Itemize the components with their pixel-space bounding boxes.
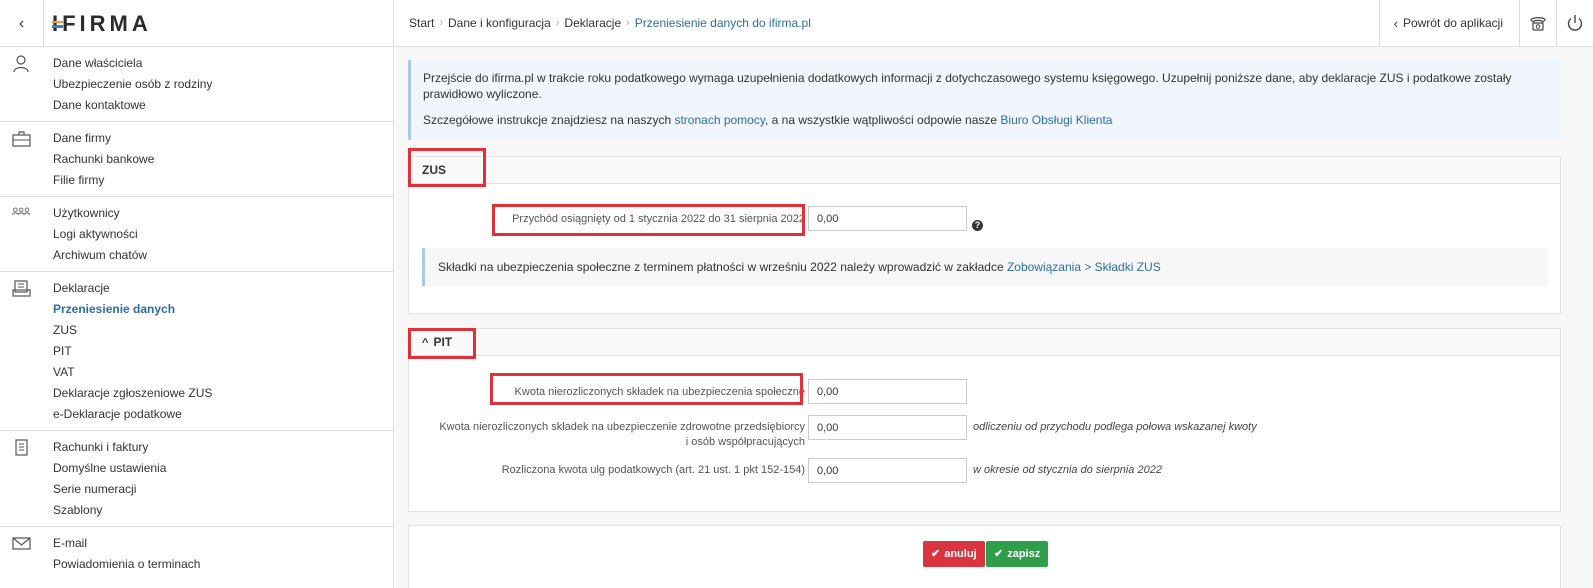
sidebar-item-serie-numeracji[interactable]: Serie numeracji [0, 479, 393, 500]
sidebar-item-powiadomienia[interactable]: Powiadomienia o terminach [0, 554, 393, 575]
breadcrumb-current: Przeniesienie danych do ifirma.pl [634, 16, 811, 30]
sidebar-item-uzytkownicy[interactable]: Użytkownicy [0, 203, 393, 224]
sidebar-item-deklaracje[interactable]: Deklaracje [0, 278, 393, 299]
back-to-app-label: Powrót do aplikacji [1402, 16, 1503, 30]
phone-icon [1530, 17, 1546, 31]
check-icon: ✔ [994, 548, 1004, 560]
logout-button[interactable] [1556, 0, 1593, 46]
pit-relief-hint: w okresie od stycznia do sierpnia 2022 [973, 464, 1162, 476]
sidebar-item-rachunki-i-faktury[interactable]: Rachunki i faktury [0, 437, 393, 458]
sidebar-item-zus[interactable]: ZUS [0, 320, 393, 341]
pit-health-hint: odliczeniu od przychodu podlega połowa w… [973, 421, 1257, 433]
zus-panel-header[interactable]: ZUS [409, 157, 1560, 184]
pit-relief-label: Rozliczona kwota ulg podatkowych (art. 2… [501, 464, 805, 476]
breadcrumb-item-start[interactable]: Start [409, 16, 434, 30]
pit-health-input[interactable] [808, 415, 967, 440]
users-icon [12, 207, 31, 215]
sidebar-group-company: Dane firmy Rachunki bankowe Filie firmy [0, 122, 393, 197]
invoice-icon [15, 439, 28, 456]
topbar: Start › Dane i konfiguracja › Deklaracje… [395, 0, 1593, 47]
back-to-app-button[interactable]: ‹ Powrót do aplikacji [1378, 0, 1519, 46]
collapse-sidebar-button[interactable]: ‹ [0, 0, 43, 47]
zus-contributions-link[interactable]: Zobowiązania > Składki ZUS [1007, 260, 1161, 274]
declarations-icon [12, 280, 31, 297]
sidebar-item-e-deklaracje[interactable]: e-Deklaracje podatkowe [0, 404, 393, 425]
save-label: zapisz [1007, 548, 1041, 560]
sidebar-header: ‹ IFIRMA [0, 0, 393, 47]
breadcrumb-item-deklaracje[interactable]: Deklaracje [564, 16, 621, 30]
chevron-left-icon: ‹ [1393, 15, 1398, 31]
sidebar-group-owner: Dane właściciela Ubezpieczenie osób z ro… [0, 47, 393, 122]
chevron-right-icon: › [439, 17, 444, 29]
sidebar-item-vat[interactable]: VAT [0, 362, 393, 383]
cancel-label: anuluj [944, 548, 977, 560]
sidebar: ‹ IFIRMA Dane właściciela Ubezpieczenie … [0, 0, 394, 588]
info-text: Przejście do ifirma.pl w trakcie roku po… [423, 71, 1512, 101]
sidebar-item-przeniesienie-danych[interactable]: Przeniesienie danych [0, 299, 393, 320]
sidebar-item-dane-kontaktowe[interactable]: Dane kontaktowe [0, 95, 393, 116]
logo-text: IFIRMA [52, 11, 152, 36]
pit-health-label: Kwota nierozliczonych składek na ubezpie… [439, 421, 805, 448]
highlight-box-pit-social [490, 373, 803, 405]
sidebar-item-email[interactable]: E-mail [0, 533, 393, 554]
pit-relief-input[interactable] [808, 458, 967, 483]
chevron-right-icon: › [626, 17, 630, 29]
breadcrumb: Start › Dane i konfiguracja › Deklaracje… [409, 0, 811, 46]
info-box: Przejście do ifirma.pl w trakcie roku po… [408, 60, 1561, 140]
user-icon [13, 55, 29, 73]
pit-social-input[interactable] [808, 379, 967, 404]
pit-panel: ^ PIT Kwota nierozliczonych składek na ub… [408, 328, 1561, 512]
chevron-right-icon: › [555, 17, 560, 29]
help-pages-link[interactable]: stronach pomocy [674, 113, 765, 127]
actions-panel: ✔ anuluj ✔ zapisz [408, 525, 1561, 588]
sidebar-item-ubezpieczenie-osob[interactable]: Ubezpieczenie osób z rodziny [0, 74, 393, 95]
chevron-left-icon: ‹ [18, 14, 25, 32]
sidebar-item-archiwum-chatow[interactable]: Archiwum chatów [0, 245, 393, 266]
mail-icon [12, 537, 31, 550]
sidebar-item-dane-wlasciciela[interactable]: Dane właściciela [0, 53, 393, 74]
main-content: Przejście do ifirma.pl w trakcie roku po… [395, 47, 1593, 588]
sidebar-item-szablony[interactable]: Szablony [0, 500, 393, 521]
highlight-box-zus-revenue [492, 204, 805, 236]
zus-note: Składki na ubezpieczenia społeczne z ter… [422, 248, 1548, 286]
sidebar-group-declarations: Deklaracje Przeniesienie danych ZUS PIT … [0, 272, 393, 431]
highlight-box-zus-title [408, 148, 486, 187]
phone-button[interactable] [1519, 0, 1556, 46]
sidebar-group-email: E-mail Powiadomienia o terminach [0, 527, 393, 580]
pit-panel-header[interactable]: ^ PIT [409, 329, 1560, 356]
highlight-box-pit-title [408, 328, 476, 359]
briefcase-icon [12, 131, 31, 147]
ifirma-logo[interactable]: IFIRMA [52, 10, 152, 38]
sidebar-item-pit[interactable]: PIT [0, 341, 393, 362]
check-icon: ✔ [931, 548, 941, 560]
sidebar-item-rachunki-bankowe[interactable]: Rachunki bankowe [0, 149, 393, 170]
zus-revenue-input[interactable] [808, 206, 967, 231]
sidebar-item-deklaracje-zgloszeniowe-zus[interactable]: Deklaracje zgłoszeniowe ZUS [0, 383, 393, 404]
sidebar-item-domyslne-ustawienia[interactable]: Domyślne ustawienia [0, 458, 393, 479]
save-button[interactable]: ✔ zapisz [986, 541, 1049, 567]
breadcrumb-item-konfiguracja[interactable]: Dane i konfiguracja [448, 16, 551, 30]
sidebar-item-filie-firmy[interactable]: Filie firmy [0, 170, 393, 191]
customer-service-link[interactable]: Biuro Obsługi Klienta [1000, 113, 1112, 127]
power-icon [1567, 15, 1583, 31]
sidebar-item-dane-firmy[interactable]: Dane firmy [0, 128, 393, 149]
sidebar-group-invoices: Rachunki i faktury Domyślne ustawienia S… [0, 431, 393, 527]
help-icon[interactable]: ? [972, 220, 983, 231]
cancel-button[interactable]: ✔ anuluj [923, 541, 985, 567]
sidebar-group-users: Użytkownicy Logi aktywności Archiwum cha… [0, 197, 393, 272]
sidebar-item-logi-aktywnosci[interactable]: Logi aktywności [0, 224, 393, 245]
